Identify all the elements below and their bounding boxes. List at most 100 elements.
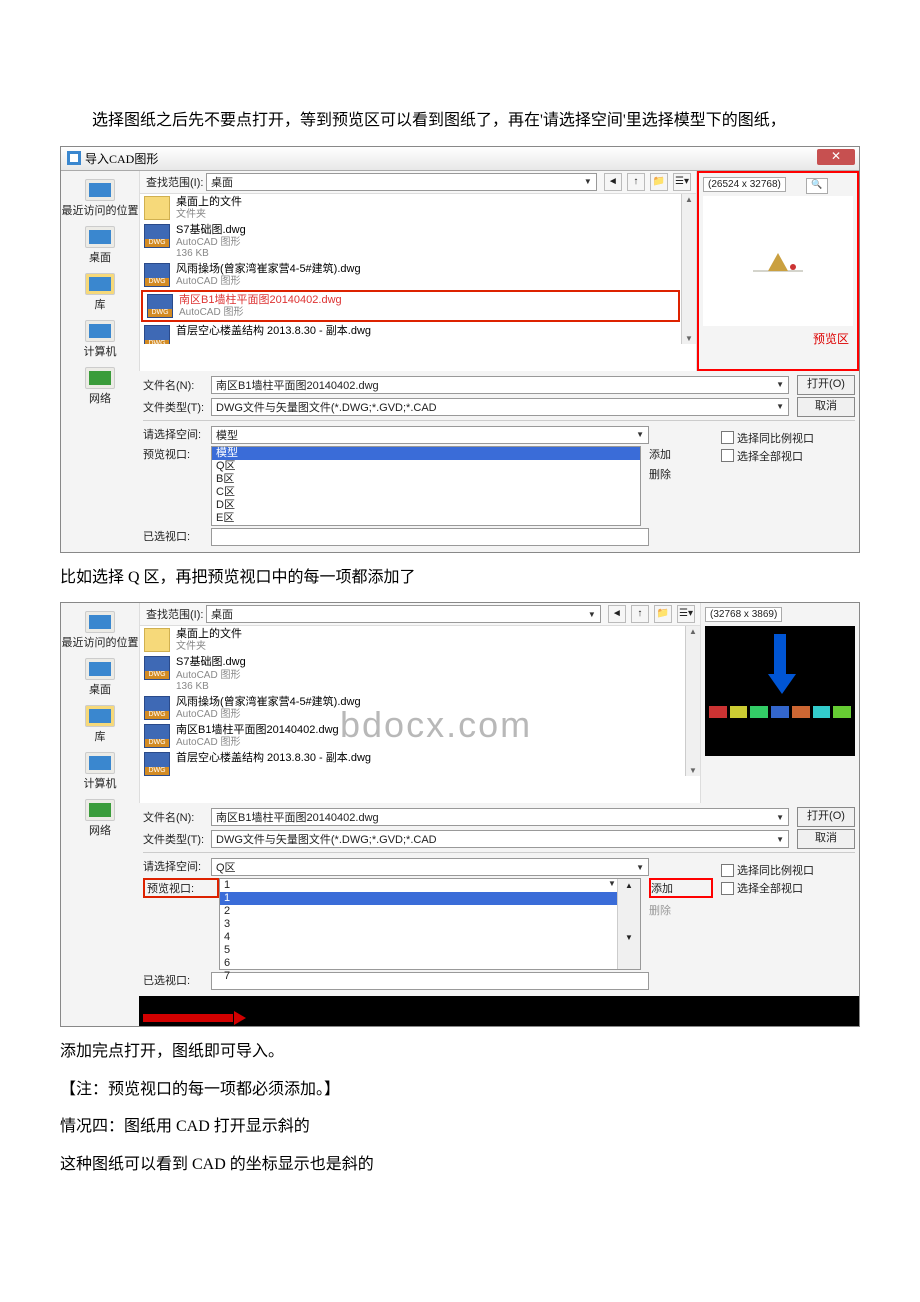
- paragraph-1: 选择图纸之后先不要点打开，等到预览区可以看到图纸了，再在'请选择空间'里选择模型…: [60, 108, 860, 134]
- sb-network[interactable]: 网络: [61, 799, 139, 838]
- chevron-down-icon: ▼: [776, 813, 784, 822]
- app-icon: [67, 151, 81, 165]
- sb-network[interactable]: 网络: [61, 367, 139, 406]
- file-row[interactable]: 南区B1墙柱平面图20140402.dwgAutoCAD 图形: [140, 722, 685, 750]
- dialog-titlebar: 导入CAD图形 ✕: [61, 147, 859, 171]
- file-row[interactable]: 风雨操场(曾家湾崔家营4-5#建筑).dwgAutoCAD 图形: [140, 261, 681, 289]
- viewport-listbox[interactable]: 模型 Q区 B区 C区 D区 E区: [211, 446, 641, 526]
- chevron-down-icon: ▼: [636, 863, 644, 872]
- range-label: 查找范围(I):: [144, 174, 206, 190]
- sb-computer[interactable]: 计算机: [61, 320, 139, 359]
- selected-label: 已选视口:: [143, 972, 211, 988]
- search-icon[interactable]: 🔍: [806, 178, 828, 194]
- open-button[interactable]: 打开(O): [797, 375, 855, 395]
- sb-lib[interactable]: 库: [61, 705, 139, 744]
- viewport-label: 预览视口:: [143, 446, 211, 462]
- preview-dimensions: (32768 x 3869): [705, 607, 782, 622]
- dwg-icon: [144, 656, 170, 680]
- places-sidebar: 最近访问的位置 桌面 库 计算机 网络: [61, 171, 139, 552]
- selected-listbox[interactable]: [211, 528, 649, 546]
- dwg-icon: [144, 724, 170, 748]
- dwg-icon: [144, 696, 170, 720]
- file-row[interactable]: 桌面上的文件文件夹: [140, 626, 685, 654]
- views-icon[interactable]: ☰▾: [673, 173, 691, 191]
- folder-icon: [144, 628, 170, 652]
- toolbar-icons: ◄ ↑ 📁 ☰▾: [603, 173, 692, 191]
- cancel-button[interactable]: 取消: [797, 829, 855, 849]
- views-icon[interactable]: ☰▾: [677, 605, 695, 623]
- chk-all-viewports[interactable]: 选择全部视口: [721, 880, 851, 896]
- up-icon[interactable]: ↑: [631, 605, 649, 623]
- up-icon[interactable]: ↑: [627, 173, 645, 191]
- delete-button[interactable]: 删除: [649, 902, 713, 918]
- chk-same-scale[interactable]: 选择同比例视口: [721, 862, 851, 878]
- annotation-arrow-right: [139, 996, 859, 1026]
- back-icon[interactable]: ◄: [604, 173, 622, 191]
- paragraph-3: 添加完点打开，图纸即可导入。: [60, 1039, 860, 1065]
- dialog-import-2: 最近访问的位置 桌面 库 计算机 网络 查找范围(I): 桌面▼ ◄ ↑: [60, 602, 860, 1027]
- filename-label: 文件名(N):: [143, 377, 211, 393]
- delete-button[interactable]: 删除: [649, 466, 713, 482]
- scrollbar[interactable]: ▲▼: [685, 626, 700, 776]
- chk-same-scale[interactable]: 选择同比例视口: [721, 430, 851, 446]
- range-label: 查找范围(I):: [144, 606, 206, 622]
- filetype-label: 文件类型(T):: [143, 399, 211, 415]
- scrollbar[interactable]: ▲▼: [681, 194, 696, 344]
- paragraph-6: 这种图纸可以看到 CAD 的坐标显示也是斜的: [60, 1152, 860, 1178]
- selected-label: 已选视口:: [143, 528, 211, 544]
- places-sidebar: 最近访问的位置 桌面 库 计算机 网络: [61, 603, 139, 1026]
- filetype-field[interactable]: DWG文件与矢量图文件(*.DWG;*.GVD;*.CAD▼: [211, 830, 789, 848]
- space-combo[interactable]: Q区▼: [211, 858, 649, 876]
- cancel-button[interactable]: 取消: [797, 397, 855, 417]
- chevron-down-icon: ▼: [584, 177, 592, 186]
- toolbar-icons: ◄ ↑ 📁 ☰▾: [607, 605, 696, 623]
- sb-lib[interactable]: 库: [61, 273, 139, 312]
- open-button[interactable]: 打开(O): [797, 807, 855, 827]
- file-row-selected[interactable]: 南区B1墙柱平面图20140402.dwgAutoCAD 图形: [141, 290, 680, 322]
- file-row[interactable]: S7基础图.dwgAutoCAD 图形136 KB: [140, 222, 681, 261]
- space-combo[interactable]: 模型▼: [211, 426, 649, 444]
- sb-desktop[interactable]: 桌面: [61, 658, 139, 697]
- paragraph-2: 比如选择 Q 区，再把预览视口中的每一项都添加了: [60, 565, 860, 591]
- file-row[interactable]: S7基础图.dwgAutoCAD 图形136 KB: [140, 654, 685, 693]
- paragraph-4: 【注：预览视口的每一项都必须添加。】: [60, 1077, 860, 1103]
- annotation-arrow-down: [768, 634, 792, 694]
- file-row[interactable]: 桌面上的文件文件夹: [140, 194, 681, 222]
- file-row[interactable]: 首层空心楼盖结构 2013.8.30 - 副本.dwg: [140, 323, 681, 343]
- sb-computer[interactable]: 计算机: [61, 752, 139, 791]
- chk-all-viewports[interactable]: 选择全部视口: [721, 448, 851, 464]
- paragraph-5: 情况四：图纸用 CAD 打开显示斜的: [60, 1114, 860, 1140]
- filename-field[interactable]: 南区B1墙柱平面图20140402.dwg▼: [211, 808, 789, 826]
- add-button[interactable]: 添加: [649, 878, 713, 898]
- folder-icon: [144, 196, 170, 220]
- file-row[interactable]: 首层空心楼盖结构 2013.8.30 - 副本.dwg: [140, 750, 685, 776]
- preview-pane: (26524 x 32768) 🔍 预览区: [697, 171, 859, 371]
- filetype-field[interactable]: DWG文件与矢量图文件(*.DWG;*.GVD;*.CAD▼: [211, 398, 789, 416]
- dwg-icon: [144, 263, 170, 287]
- preview-label: 预览区: [703, 330, 853, 347]
- chevron-down-icon: ▼: [776, 380, 784, 389]
- filetype-label: 文件类型(T):: [143, 831, 211, 847]
- dwg-icon: [144, 224, 170, 248]
- new-folder-icon[interactable]: 📁: [654, 605, 672, 623]
- chevron-down-icon: ▼: [776, 835, 784, 844]
- chevron-down-icon: ▼: [776, 402, 784, 411]
- dialog-title: 导入CAD图形: [85, 150, 158, 167]
- dialog-import-1: 导入CAD图形 ✕ 最近访问的位置 桌面 库 计算机 网络 查找范围(I): 桌…: [60, 146, 860, 553]
- sb-recent[interactable]: 最近访问的位置: [61, 611, 139, 650]
- chevron-down-icon: ▼: [636, 430, 644, 439]
- range-combo[interactable]: 桌面▼: [206, 605, 601, 623]
- filename-label: 文件名(N):: [143, 809, 211, 825]
- sb-recent[interactable]: 最近访问的位置: [61, 179, 139, 218]
- sb-desktop[interactable]: 桌面: [61, 226, 139, 265]
- back-icon[interactable]: ◄: [608, 605, 626, 623]
- file-row[interactable]: 风雨操场(曾家湾崔家营4-5#建筑).dwgAutoCAD 图形: [140, 694, 685, 722]
- new-folder-icon[interactable]: 📁: [650, 173, 668, 191]
- close-button[interactable]: ✕: [817, 149, 855, 165]
- filename-field[interactable]: 南区B1墙柱平面图20140402.dwg▼: [211, 376, 789, 394]
- space-label: 请选择空间:: [143, 426, 211, 442]
- viewport-listbox[interactable]: 1 1 2 3 4 5 6 7 ▲▼ ▼: [219, 878, 641, 970]
- range-combo[interactable]: 桌面▼: [206, 173, 597, 191]
- add-button[interactable]: 添加: [649, 446, 713, 462]
- preview-dimensions: (26524 x 32768): [703, 177, 786, 192]
